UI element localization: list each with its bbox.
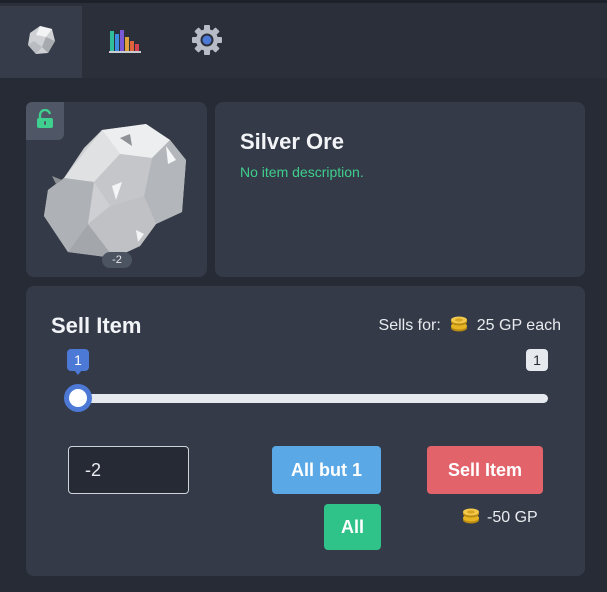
all-button[interactable]: All (324, 504, 381, 550)
ore-icon (24, 23, 58, 62)
total-gp: -50 GP (487, 508, 538, 526)
sell-item-button[interactable]: Sell Item (427, 446, 543, 494)
bar-chart-icon (109, 27, 141, 58)
tab-statistics[interactable] (84, 6, 166, 78)
sells-for-label: Sells for: (378, 316, 441, 334)
slider-value-bubble: 1 (67, 349, 89, 375)
tab-settings[interactable] (166, 6, 248, 78)
item-name: Silver Ore (240, 129, 344, 154)
silver-ore-image (44, 120, 189, 265)
coin-icon (449, 313, 469, 338)
quantity-slider-handle[interactable] (64, 384, 92, 412)
item-info-panel: Silver Ore No item description. (215, 102, 585, 277)
quantity-slider-track[interactable] (78, 394, 548, 403)
price-each: 25 GP each (476, 316, 561, 334)
unlock-icon (35, 108, 55, 134)
sell-total: -50 GP (461, 505, 538, 530)
tab-bar (0, 0, 607, 78)
slider-max-label: 1 (526, 349, 548, 371)
sell-title: Sell Item (51, 313, 142, 338)
sell-panel: Sell Item Sells for: 25 GP each 1 1 All … (26, 286, 585, 576)
all-but-one-button[interactable]: All but 1 (272, 446, 381, 494)
gear-icon (191, 24, 223, 61)
item-description: No item description. (240, 164, 364, 180)
coin-icon (461, 505, 481, 530)
quantity-badge: -2 (102, 252, 132, 268)
sell-price: Sells for: 25 GP each (379, 313, 561, 338)
quantity-input[interactable] (68, 446, 189, 494)
unlock-button[interactable] (26, 102, 64, 140)
item-image-panel: -2 (26, 102, 207, 277)
tab-item[interactable] (0, 6, 82, 78)
app-root: -2 Silver Ore No item description. Sell … (0, 0, 607, 592)
